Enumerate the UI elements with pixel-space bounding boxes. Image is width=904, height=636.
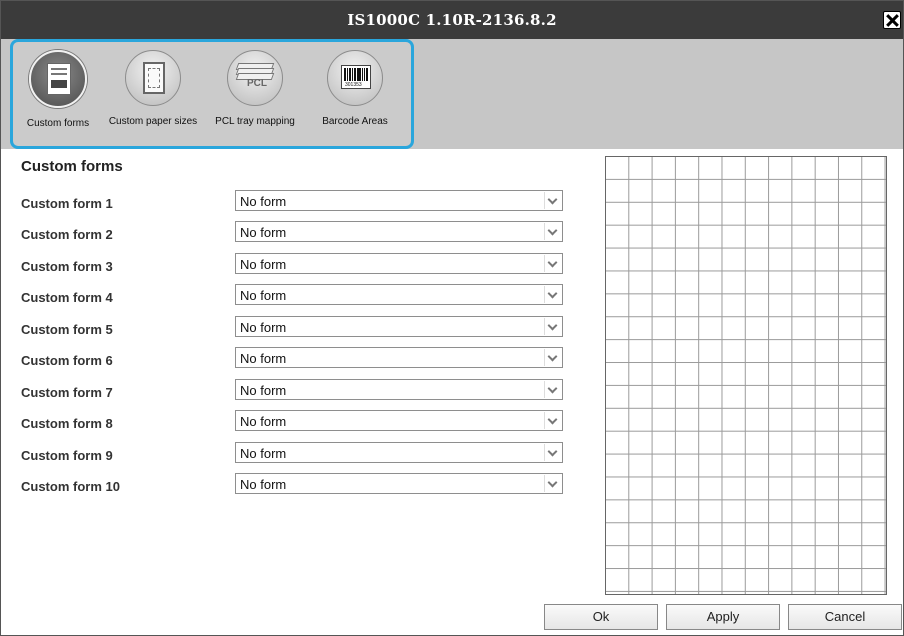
close-icon[interactable] <box>883 11 901 29</box>
custom-form-label: Custom form 8 <box>21 416 113 431</box>
chevron-down-icon <box>544 223 561 240</box>
custom-form-row-1: Custom form 1 No form <box>21 190 563 212</box>
custom-form-label: Custom form 7 <box>21 385 113 400</box>
custom-form-row-7: Custom form 7 No form <box>21 379 563 401</box>
custom-form-row-10: Custom form 10 No form <box>21 473 563 495</box>
select-value: No form <box>240 351 287 366</box>
custom-form-label: Custom form 2 <box>21 227 113 242</box>
custom-form-select[interactable]: No form <box>235 379 563 400</box>
chevron-down-icon <box>544 381 561 398</box>
custom-form-select[interactable]: No form <box>235 473 563 494</box>
section-title: Custom forms <box>21 158 123 175</box>
tool-barcode-areas[interactable]: 301353 Barcode Areas <box>313 50 397 127</box>
select-value: No form <box>240 383 287 398</box>
chevron-down-icon <box>544 349 561 366</box>
select-value: No form <box>240 320 287 335</box>
custom-form-select[interactable]: No form <box>235 347 563 368</box>
select-value: No form <box>240 477 287 492</box>
custom-form-row-3: Custom form 3 No form <box>21 253 563 275</box>
toolbar: Custom forms Custom paper sizes PCL PCL … <box>1 39 903 149</box>
pcl-tray-mapping-icon: PCL <box>227 50 283 106</box>
chevron-down-icon <box>544 192 561 209</box>
barcode-areas-icon: 301353 <box>327 50 383 106</box>
select-value: No form <box>240 225 287 240</box>
custom-form-label: Custom form 5 <box>21 322 113 337</box>
tool-label: Custom paper sizes <box>108 116 198 127</box>
custom-form-label: Custom form 3 <box>21 259 113 274</box>
custom-form-select[interactable]: No form <box>235 190 563 211</box>
pcl-icon-text: PCL <box>247 78 267 89</box>
custom-form-row-8: Custom form 8 No form <box>21 410 563 432</box>
chevron-down-icon <box>544 318 561 335</box>
custom-form-row-4: Custom form 4 No form <box>21 284 563 306</box>
custom-forms-icon <box>29 50 87 108</box>
custom-form-row-5: Custom form 5 No form <box>21 316 563 338</box>
tool-label: Custom forms <box>26 118 90 129</box>
dialog-window: IS1000C 1.10R-2136.8.2 Custom forms Cust… <box>0 0 904 636</box>
custom-form-row-6: Custom form 6 No form <box>21 347 563 369</box>
custom-form-select[interactable]: No form <box>235 316 563 337</box>
chevron-down-icon <box>544 475 561 492</box>
select-value: No form <box>240 414 287 429</box>
barcode-digits: 301353 <box>345 82 362 88</box>
tool-label: PCL tray mapping <box>215 116 295 127</box>
tool-custom-forms[interactable]: Custom forms <box>16 50 100 129</box>
custom-form-select[interactable]: No form <box>235 221 563 242</box>
tool-pcl-tray-mapping[interactable]: PCL PCL tray mapping <box>207 50 303 127</box>
apply-button[interactable]: Apply <box>666 604 780 630</box>
tool-custom-paper-sizes[interactable]: Custom paper sizes <box>103 50 203 127</box>
custom-form-label: Custom form 9 <box>21 448 113 463</box>
custom-form-label: Custom form 6 <box>21 353 113 368</box>
custom-form-label: Custom form 10 <box>21 479 120 494</box>
chevron-down-icon <box>544 255 561 272</box>
form-preview-grid <box>605 156 887 595</box>
ok-button[interactable]: Ok <box>544 604 658 630</box>
chevron-down-icon <box>544 286 561 303</box>
custom-form-row-9: Custom form 9 No form <box>21 442 563 464</box>
custom-paper-sizes-icon <box>125 50 181 106</box>
custom-form-label: Custom form 1 <box>21 196 113 211</box>
select-value: No form <box>240 446 287 461</box>
select-value: No form <box>240 257 287 272</box>
custom-form-select[interactable]: No form <box>235 410 563 431</box>
custom-form-select[interactable]: No form <box>235 284 563 305</box>
chevron-down-icon <box>544 444 561 461</box>
custom-form-select[interactable]: No form <box>235 253 563 274</box>
custom-form-label: Custom form 4 <box>21 290 113 305</box>
tool-label: Barcode Areas <box>322 116 388 127</box>
select-value: No form <box>240 194 287 209</box>
tool-group: Custom forms Custom paper sizes PCL PCL … <box>10 39 414 149</box>
chevron-down-icon <box>544 412 561 429</box>
custom-form-select[interactable]: No form <box>235 442 563 463</box>
select-value: No form <box>240 288 287 303</box>
cancel-button[interactable]: Cancel <box>788 604 902 630</box>
window-title: IS1000C 1.10R-2136.8.2 <box>347 11 557 29</box>
title-bar: IS1000C 1.10R-2136.8.2 <box>1 1 903 39</box>
custom-form-row-2: Custom form 2 No form <box>21 221 563 243</box>
